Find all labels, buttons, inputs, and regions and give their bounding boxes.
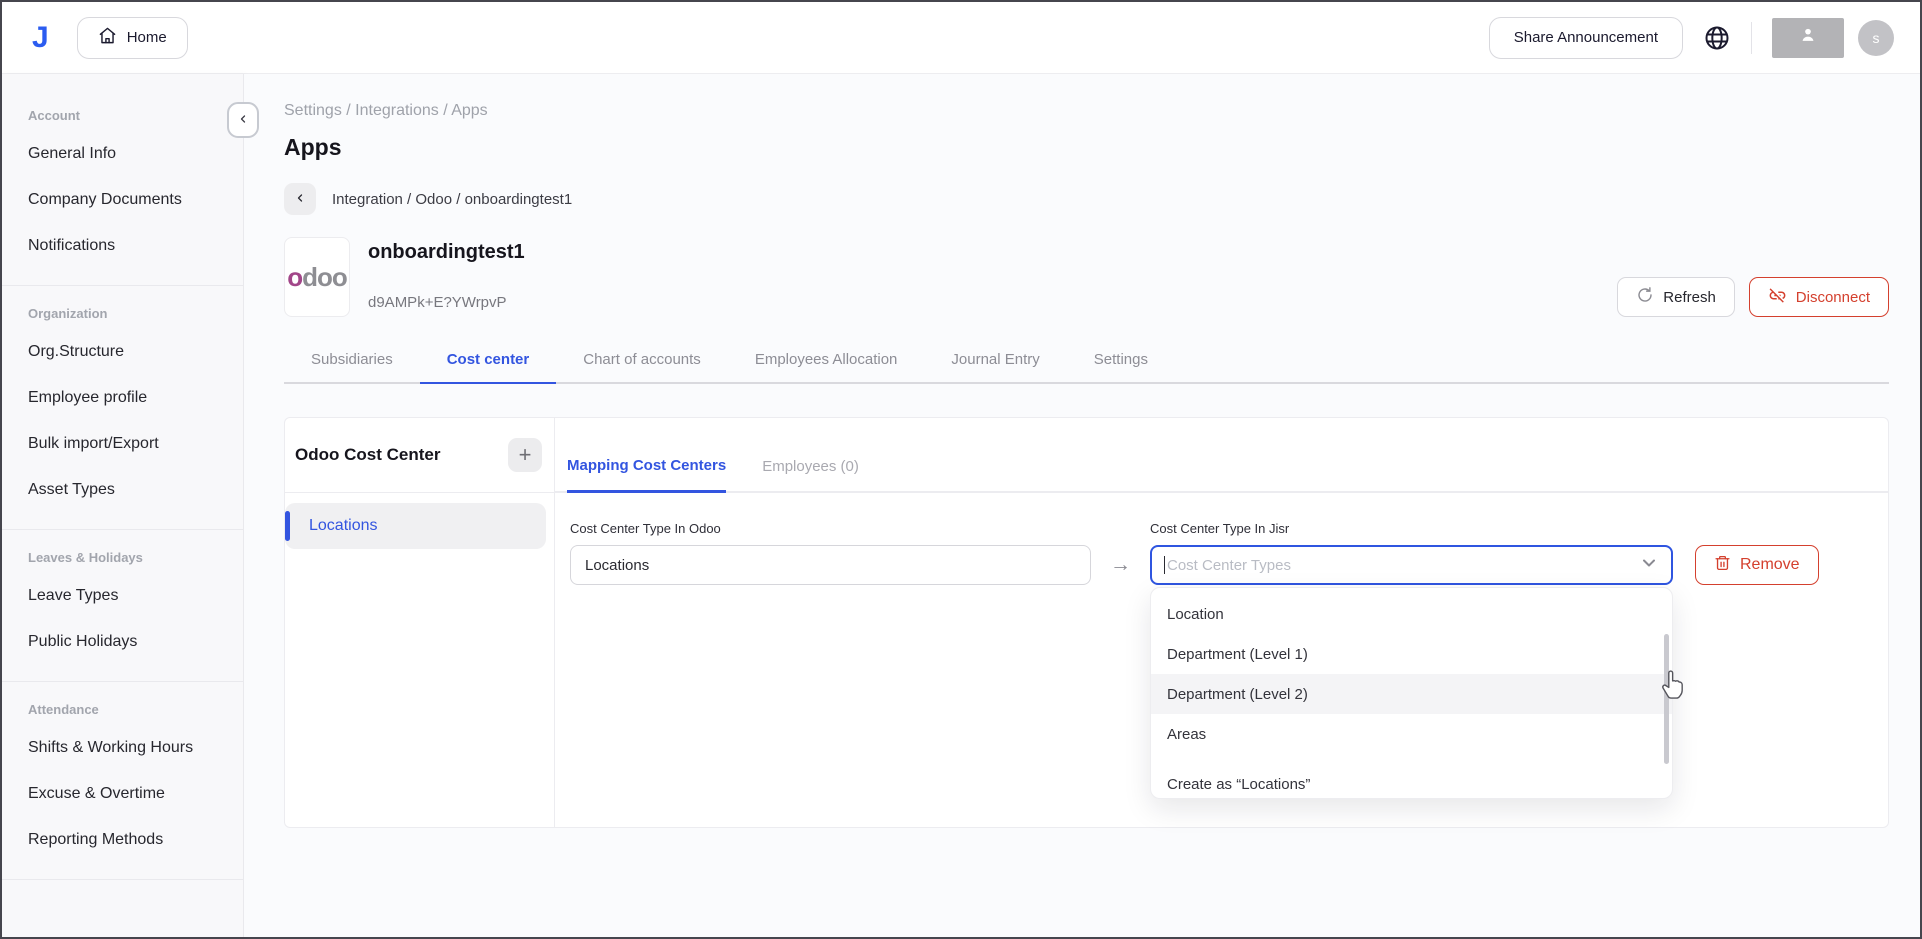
chevron-left-icon <box>237 113 249 128</box>
cost-center-type-dropdown: Location Department (Level 1) Department… <box>1150 587 1673 799</box>
dropdown-option-areas[interactable]: Areas <box>1151 714 1672 754</box>
sidebar-item-org-structure[interactable]: Org.Structure <box>2 329 243 375</box>
tab-mapping-cost-centers[interactable]: Mapping Cost Centers <box>567 457 726 493</box>
app-window: J Home Share Announcement <box>0 0 1922 939</box>
sidebar-section-leaves-holidays: Leaves & Holidays Leave Types Public Hol… <box>2 530 243 682</box>
tab-settings[interactable]: Settings <box>1067 351 1175 382</box>
dropdown-scrollbar[interactable] <box>1664 634 1669 764</box>
tab-chart-of-accounts[interactable]: Chart of accounts <box>556 351 728 382</box>
sidebar-item-public-holidays[interactable]: Public Holidays <box>2 619 243 665</box>
odoo-type-label: Cost Center Type In Odoo <box>570 521 1091 536</box>
sidebar-section-attendance: Attendance Shifts & Working Hours Excuse… <box>2 682 243 880</box>
section-header-leaves-holidays: Leaves & Holidays <box>2 540 243 573</box>
share-announcement-button[interactable]: Share Announcement <box>1489 17 1683 59</box>
jisr-type-select[interactable]: Cost Center Types <box>1150 545 1673 585</box>
odoo-cost-center-panel: Odoo Cost Center + Locations <box>285 418 555 827</box>
disconnect-label: Disconnect <box>1796 289 1870 306</box>
sidebar-item-general-info[interactable]: General Info <box>2 131 243 177</box>
sidebar-item-employee-profile[interactable]: Employee profile <box>2 375 243 421</box>
refresh-label: Refresh <box>1663 289 1716 306</box>
sidebar-item-asset-types[interactable]: Asset Types <box>2 467 243 513</box>
odoo-type-input[interactable]: Locations <box>570 545 1091 585</box>
disconnect-button[interactable]: Disconnect <box>1749 277 1889 317</box>
topbar-divider <box>1751 22 1752 54</box>
sidebar-section-organization: Organization Org.Structure Employee prof… <box>2 286 243 530</box>
remove-label: Remove <box>1740 556 1800 574</box>
sidebar-item-shifts-working-hours[interactable]: Shifts & Working Hours <box>2 725 243 771</box>
user-avatar[interactable]: s <box>1858 20 1894 56</box>
cost-center-item-locations[interactable]: Locations <box>285 503 546 549</box>
sidebar-item-company-documents[interactable]: Company Documents <box>2 177 243 223</box>
sidebar-item-notifications[interactable]: Notifications <box>2 223 243 269</box>
section-header-attendance: Attendance <box>2 692 243 725</box>
dropdown-option-location[interactable]: Location <box>1151 594 1672 634</box>
odoo-logo-first-letter: o <box>287 262 302 293</box>
sidebar-item-leave-types[interactable]: Leave Types <box>2 573 243 619</box>
home-label: Home <box>127 29 167 46</box>
breadcrumb[interactable]: Settings / Integrations / Apps <box>284 102 1889 120</box>
integration-api-key: d9AMPk+E?YWrpvP <box>368 294 525 311</box>
dropdown-option-create-as-locations[interactable]: Create as “Locations” <box>1151 764 1672 804</box>
back-button[interactable] <box>284 183 316 215</box>
mapping-panel: Mapping Cost Centers Employees (0) Cost … <box>555 418 1888 827</box>
home-button[interactable]: Home <box>77 17 188 59</box>
company-avatar[interactable] <box>1772 18 1844 58</box>
cost-center-card: Odoo Cost Center + Locations Mapping Cos… <box>284 417 1889 828</box>
unlink-icon <box>1768 286 1787 309</box>
jisr-type-label: Cost Center Type In Jisr <box>1150 521 1673 536</box>
mapping-tabs: Mapping Cost Centers Employees (0) <box>555 418 1888 493</box>
topbar: J Home Share Announcement <box>2 2 1920 74</box>
sidebar-item-bulk-import-export[interactable]: Bulk import/Export <box>2 421 243 467</box>
sidebar-item-reporting-methods[interactable]: Reporting Methods <box>2 817 243 863</box>
section-header-account: Account <box>2 98 243 131</box>
add-cost-center-button[interactable]: + <box>508 438 542 472</box>
tab-employees[interactable]: Employees (0) <box>762 458 859 491</box>
refresh-icon <box>1636 286 1654 308</box>
selected-indicator-bar <box>285 511 290 541</box>
jisr-type-placeholder: Cost Center Types <box>1167 557 1291 574</box>
odoo-type-value: Locations <box>585 557 649 574</box>
main-content: Settings / Integrations / Apps Apps Inte… <box>244 74 1920 937</box>
cost-center-item-label: Locations <box>309 517 378 535</box>
sidebar-section-account: Account General Info Company Documents N… <box>2 88 243 286</box>
odoo-logo-rest: doo <box>302 262 347 293</box>
arrow-right-icon: → <box>1091 553 1150 585</box>
remove-mapping-button[interactable]: Remove <box>1695 545 1819 585</box>
sidebar-item-excuse-overtime[interactable]: Excuse & Overtime <box>2 771 243 817</box>
text-caret <box>1164 556 1165 574</box>
section-header-organization: Organization <box>2 296 243 329</box>
integration-tabs: Subsidiaries Cost center Chart of accoun… <box>284 351 1889 384</box>
panel-title: Odoo Cost Center <box>295 445 440 465</box>
tab-cost-center[interactable]: Cost center <box>420 351 557 384</box>
dropdown-option-department-level-1[interactable]: Department (Level 1) <box>1151 634 1672 674</box>
settings-sidebar: Account General Info Company Documents N… <box>2 74 244 937</box>
language-globe-icon[interactable] <box>1703 24 1731 52</box>
page-title: Apps <box>284 134 1889 161</box>
odoo-logo: odoo <box>284 237 350 317</box>
trash-icon <box>1714 554 1731 577</box>
chevron-down-icon <box>1639 553 1659 578</box>
jisr-logo: J <box>32 21 49 55</box>
dropdown-option-department-level-2[interactable]: Department (Level 2) <box>1151 674 1672 714</box>
person-icon <box>1798 25 1818 50</box>
tab-employees-allocation[interactable]: Employees Allocation <box>728 351 925 382</box>
tab-subsidiaries[interactable]: Subsidiaries <box>284 351 420 382</box>
integration-name: onboardingtest1 <box>368 241 525 264</box>
tab-journal-entry[interactable]: Journal Entry <box>924 351 1066 382</box>
chevron-left-icon <box>294 192 306 207</box>
home-icon <box>98 26 117 49</box>
sidebar-collapse-button[interactable] <box>227 102 259 138</box>
integration-breadcrumb[interactable]: Integration / Odoo / onboardingtest1 <box>332 191 572 208</box>
refresh-button[interactable]: Refresh <box>1617 277 1735 317</box>
